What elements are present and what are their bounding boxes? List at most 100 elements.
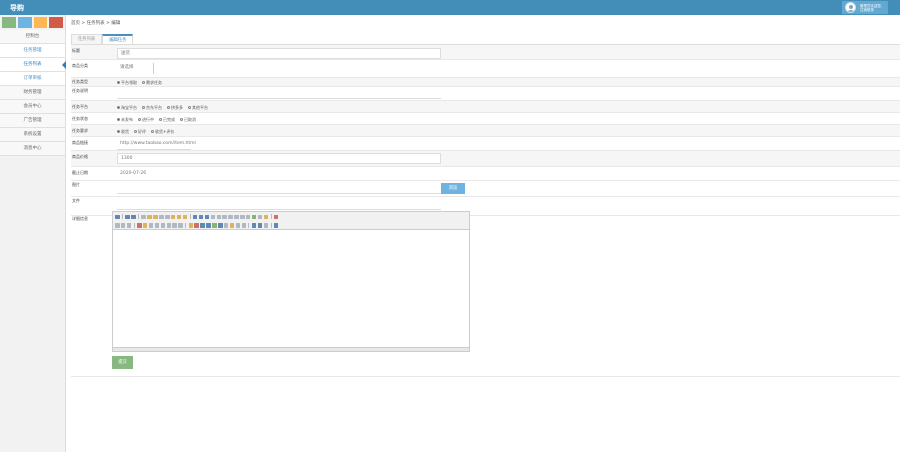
type-radio-1[interactable]: 平台领取 [117, 80, 137, 86]
heading-icon[interactable] [115, 223, 120, 228]
link-icon[interactable] [257, 223, 263, 228]
platform-radio-2[interactable]: 京东平台 [142, 105, 162, 111]
main-content: 首页 > 任务列表 > 编辑 任务列表 编辑任务 标题 送货 商品分类 请选择 … [66, 15, 900, 452]
date-input[interactable]: 2020-07-26 [117, 169, 157, 180]
sidebar-item-ads[interactable]: 广告管理 [0, 114, 65, 128]
requirement-radio-3[interactable]: 收货+评价 [151, 129, 174, 135]
image-icon[interactable] [188, 223, 194, 228]
rich-text-editor[interactable] [112, 211, 470, 352]
platform-radio-3[interactable]: 拼多多 [167, 105, 183, 111]
underline-icon[interactable] [160, 223, 166, 228]
horizontal-rule-icon[interactable] [223, 223, 229, 228]
user-greeting: 管理员欢迎您, [859, 3, 882, 8]
status-radio-3[interactable]: 已完成 [159, 117, 175, 123]
requirement-radio-1[interactable]: 收货 [117, 129, 129, 135]
status-radio-4[interactable]: 已取消 [180, 117, 196, 123]
tab-edit-task[interactable]: 编辑任务 [102, 34, 134, 44]
source-icon[interactable] [115, 214, 120, 219]
about-icon[interactable] [273, 214, 279, 219]
title-input[interactable]: 送货 [117, 48, 441, 59]
upload-button[interactable]: 浏览 [441, 183, 465, 194]
anchor-icon[interactable] [251, 223, 257, 228]
remove-format-icon[interactable] [178, 223, 183, 228]
avatar[interactable] [844, 2, 856, 13]
status-radio-1[interactable]: 未发布 [117, 117, 133, 123]
paste-word-icon[interactable] [182, 214, 188, 219]
description-input[interactable] [117, 88, 441, 99]
subscript-icon[interactable] [240, 214, 245, 219]
align-center-icon[interactable] [198, 214, 204, 219]
platform-radio-4[interactable]: 其他平台 [188, 105, 208, 111]
radio-icon [117, 106, 120, 109]
sidebar-item-order-review[interactable]: 订单审核 [0, 72, 65, 86]
line-height-icon[interactable] [172, 223, 177, 228]
font-family-icon[interactable] [120, 223, 126, 228]
template-icon[interactable] [147, 214, 152, 219]
align-justify-icon[interactable] [210, 214, 216, 219]
redo-icon[interactable] [131, 214, 136, 219]
price-input[interactable]: 1300 [117, 153, 441, 164]
shortcut-button-3[interactable] [33, 17, 48, 28]
clear-format-icon[interactable] [251, 214, 257, 219]
sidebar-item-messages[interactable]: 消息中心 [0, 142, 65, 156]
sidebar-item-settings[interactable]: 系统设置 [0, 128, 65, 142]
shortcut-button-1[interactable] [2, 17, 16, 28]
category-select[interactable]: 请选择 [117, 63, 154, 74]
user-menu[interactable]: 管理员欢迎您, 注销登录 [841, 1, 888, 14]
page-break-icon[interactable] [235, 223, 241, 228]
cut-icon[interactable] [159, 214, 164, 219]
flash-icon[interactable] [200, 223, 205, 228]
preview-icon[interactable] [141, 214, 146, 219]
sidebar-item-members[interactable]: 会员中心 [0, 100, 65, 114]
help-icon[interactable] [273, 223, 279, 228]
shortcut-button-2[interactable] [17, 17, 32, 28]
link-input[interactable]: http://www.taobao.com/item.html [117, 139, 196, 150]
font-size-icon[interactable] [126, 223, 132, 228]
sidebar-item-console[interactable]: 控制台 [0, 30, 65, 44]
undo-icon[interactable] [125, 214, 130, 219]
status-radio-2[interactable]: 进行中 [138, 117, 154, 123]
sidebar-item-task-manage[interactable]: 任务管理 [0, 44, 65, 58]
image-input[interactable] [117, 183, 441, 194]
align-left-icon[interactable] [192, 214, 198, 219]
code-icon[interactable] [153, 214, 158, 219]
paste-text-icon[interactable] [176, 214, 182, 219]
emoticon-icon[interactable] [229, 223, 235, 228]
content-label: 详细信息 [72, 216, 88, 221]
fullscreen-icon[interactable] [263, 214, 269, 219]
font-color-icon[interactable] [137, 223, 142, 228]
paste-icon[interactable] [170, 214, 176, 219]
unlink-icon[interactable] [263, 223, 269, 228]
radio-icon [117, 81, 120, 84]
italic-icon[interactable] [154, 223, 160, 228]
multi-image-icon[interactable] [194, 223, 199, 228]
bold-icon[interactable] [148, 223, 154, 228]
table-icon[interactable] [218, 223, 223, 228]
file-input[interactable] [117, 199, 441, 210]
insert-file-icon[interactable] [212, 223, 217, 228]
shortcut-button-4[interactable] [49, 17, 63, 28]
align-right-icon[interactable] [204, 214, 210, 219]
type-radio-2[interactable]: 需求任务 [142, 80, 162, 86]
media-icon[interactable] [206, 223, 211, 228]
logout-link[interactable]: 注销登录 [860, 8, 882, 12]
list-bulleted-icon[interactable] [222, 214, 227, 219]
special-char-icon[interactable] [241, 223, 247, 228]
tab-task-list[interactable]: 任务列表 [71, 34, 103, 44]
indent-icon[interactable] [228, 214, 233, 219]
app-logo[interactable]: 导购 [10, 3, 24, 13]
platform-radio-1[interactable]: 淘宝平台 [117, 105, 137, 111]
sidebar-item-finance[interactable]: 财务管理 [0, 86, 65, 100]
strikethrough-icon[interactable] [166, 223, 172, 228]
copy-icon[interactable] [165, 214, 170, 219]
superscript-icon[interactable] [245, 214, 251, 219]
select-all-icon[interactable] [257, 214, 263, 219]
requirement-radio-2[interactable]: 好评 [134, 129, 146, 135]
list-ordered-icon[interactable] [216, 214, 222, 219]
editor-content-area[interactable] [113, 230, 469, 347]
submit-button[interactable]: 提交 [112, 356, 133, 369]
highlight-icon[interactable] [142, 223, 148, 228]
editor-resize-handle[interactable] [113, 347, 469, 351]
outdent-icon[interactable] [234, 214, 239, 219]
sidebar-item-task-list[interactable]: 任务列表 [0, 58, 66, 72]
